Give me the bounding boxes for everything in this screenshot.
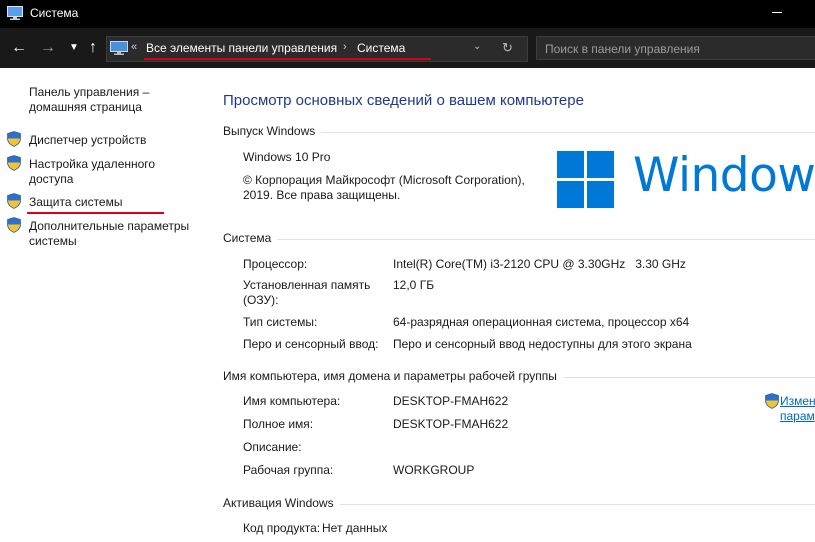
copyright-text: © Корпорация Майкрософт (Microsoft Corpo… (243, 173, 525, 203)
workgroup-label: Рабочая группа: (243, 463, 334, 477)
section-system: Система (223, 231, 815, 247)
annotation-underline (27, 212, 164, 214)
change-settings-line-2: парам (780, 409, 815, 423)
breadcrumb-all-control-panel-items[interactable]: Все элементы панели управления (146, 41, 337, 55)
overflow-chevron-icon[interactable]: « (131, 41, 137, 53)
computer-icon (7, 6, 23, 20)
section-windows-edition: Выпуск Windows (223, 124, 815, 140)
up-arrow-icon[interactable]: ↑ (83, 38, 103, 58)
shield-icon (7, 193, 21, 209)
title-bar: Система (0, 0, 815, 28)
shield-icon (7, 155, 21, 171)
forward-arrow-icon[interactable]: → (38, 38, 58, 58)
sidebar-item-label: Защита системы (29, 195, 123, 209)
sidebar-item-device-manager[interactable]: Диспетчер устройств (29, 133, 146, 148)
change-settings-line-1: Измен (780, 394, 815, 408)
section-activation: Активация Windows (223, 496, 815, 512)
section-divider (223, 239, 815, 240)
sidebar-item-remote-settings[interactable]: Настройка удаленного доступа (29, 157, 155, 187)
windows-logo-text: Windows (633, 148, 815, 203)
window-title: Система (30, 6, 79, 20)
sidebar-item-system-protection[interactable]: Защита системы (29, 195, 122, 210)
control-panel-icon (110, 41, 128, 55)
search-placeholder: Поиск в панели управления (545, 42, 700, 56)
sidebar-item-label: доступа (29, 172, 74, 186)
processor-label: Процессор: (243, 257, 308, 271)
pen-touch-value: Перо и сенсорный ввод недоступны для это… (393, 337, 692, 351)
product-key-label: Код продукта: (243, 521, 321, 535)
recent-locations-chevron-icon[interactable]: ▼ (64, 38, 84, 58)
sidebar-item-label: Дополнительные параметры (29, 219, 190, 233)
full-name-label: Полное имя: (243, 417, 314, 431)
breadcrumb-system[interactable]: Система (357, 41, 405, 55)
section-header: Выпуск Windows (223, 124, 322, 138)
sidebar-item-advanced-settings[interactable]: Дополнительные параметры системы (29, 219, 189, 249)
sidebar-home-line-2: домашняя страница (29, 100, 142, 114)
memory-label-line-2: (ОЗУ): (243, 293, 279, 307)
annotation-underline (144, 58, 431, 60)
copyright-line-1: © Корпорация Майкрософт (Microsoft Corpo… (243, 173, 525, 187)
section-header: Имя компьютера, имя домена и параметры р… (223, 369, 563, 383)
refresh-icon[interactable]: ↻ (502, 40, 513, 56)
windows-logo-icon (557, 151, 614, 208)
description-label: Описание: (243, 440, 302, 454)
shield-icon (765, 393, 779, 409)
shield-icon (7, 217, 21, 233)
shield-icon (7, 131, 21, 147)
section-header: Система (223, 231, 278, 245)
pen-touch-label: Перо и сенсорный ввод: (243, 337, 379, 351)
search-input[interactable]: Поиск в панели управления (536, 36, 815, 60)
sidebar-home-line-1: Панель управления – (29, 85, 150, 99)
product-key-value: Нет данных (322, 521, 388, 535)
full-name-value: DESKTOP-FMAH622 (393, 417, 509, 431)
sidebar-home-link[interactable]: Панель управления – домашняя страница (29, 85, 149, 115)
page-title: Просмотр основных сведений о вашем компь… (223, 92, 584, 109)
sidebar-item-label: системы (29, 234, 77, 248)
copyright-line-2: 2019. Все права защищены. (243, 188, 401, 202)
address-dropdown-icon[interactable]: ⌄ (473, 41, 481, 52)
system-type-label: Тип системы: (243, 315, 318, 329)
memory-value: 12,0 ГБ (393, 278, 435, 292)
minimize-button[interactable] (764, 0, 794, 28)
change-settings-link[interactable]: Измен парам (780, 394, 815, 424)
system-type-value: 64-разрядная операционная система, проце… (393, 315, 690, 329)
sidebar-item-label: Диспетчер устройств (29, 133, 147, 147)
memory-label: Установленная память (ОЗУ): (243, 278, 370, 308)
computer-name-label: Имя компьютера: (243, 394, 341, 408)
section-header: Активация Windows (223, 496, 340, 510)
breadcrumb-separator-icon[interactable]: › (343, 41, 347, 53)
sidebar-item-label: Настройка удаленного (29, 157, 156, 171)
back-arrow-icon[interactable]: ← (9, 38, 29, 58)
workgroup-value: WORKGROUP (393, 463, 475, 477)
computer-name-value: DESKTOP-FMAH622 (393, 394, 509, 408)
windows-edition-value: Windows 10 Pro (243, 150, 331, 164)
section-computer-name: Имя компьютера, имя домена и параметры р… (223, 369, 815, 385)
processor-value: Intel(R) Core(TM) i3-2120 CPU @ 3.30GHz … (393, 257, 686, 271)
memory-label-line-1: Установленная память (243, 278, 371, 292)
